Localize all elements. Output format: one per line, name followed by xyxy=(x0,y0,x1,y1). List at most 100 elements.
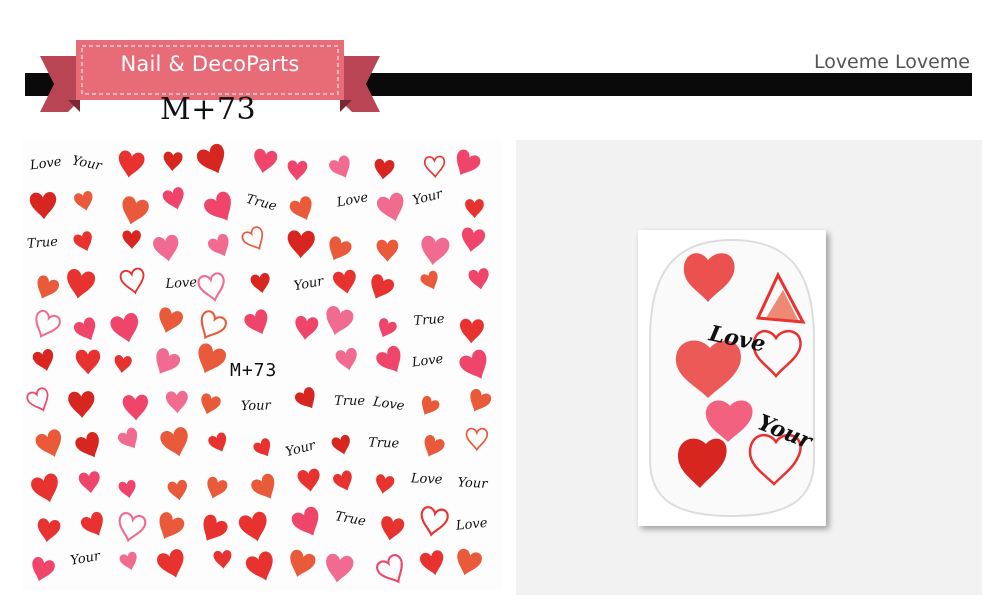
sticker-word: Love xyxy=(371,394,406,414)
nail-preview-panel: Love Your xyxy=(516,140,982,595)
heart-sticker xyxy=(470,388,492,412)
heart-sticker xyxy=(31,473,58,503)
heart-sticker xyxy=(287,230,315,259)
heart-sticker xyxy=(73,317,96,341)
heart-sticker xyxy=(376,239,399,262)
heart-sticker xyxy=(287,160,308,181)
heart-sticker xyxy=(333,470,352,491)
heart-sticker xyxy=(37,518,61,543)
sticker-word: Love xyxy=(410,352,444,371)
heart-sticker xyxy=(213,550,232,569)
heart-sticker xyxy=(251,473,275,499)
heart-sticker xyxy=(420,550,444,576)
heart-sticker xyxy=(381,516,405,541)
sticker-word: True xyxy=(413,312,445,329)
heart-sticker xyxy=(122,230,141,250)
sticker-word: Love xyxy=(335,190,370,211)
heart-sticker xyxy=(201,393,221,415)
heart-sticker xyxy=(326,553,354,583)
heart-sticker xyxy=(329,155,350,178)
heart-sticker xyxy=(376,474,395,494)
heart-sticker xyxy=(156,348,181,374)
heart-sticker xyxy=(238,511,267,542)
outline-heart-sticker xyxy=(118,511,147,543)
heart-sticker xyxy=(67,269,96,299)
product-sku: M+73 xyxy=(160,92,257,127)
heart-sticker xyxy=(68,391,95,419)
outline-heart-sticker xyxy=(200,310,227,340)
heart-sticker xyxy=(335,347,357,371)
heart-sticker xyxy=(75,349,101,375)
heart-sticker xyxy=(468,268,489,290)
outline-heart-sticker xyxy=(376,554,403,584)
sticker-word: Your xyxy=(411,187,444,209)
heart-sticker xyxy=(371,274,395,299)
heart-sticker xyxy=(159,307,183,333)
heart-sticker xyxy=(376,345,401,372)
sticker-word: Your xyxy=(284,438,317,460)
heart-sticker xyxy=(198,343,226,374)
outline-heart-sticker xyxy=(26,387,49,412)
outline-heart-sticker xyxy=(119,267,145,295)
heart-sticker xyxy=(118,150,145,178)
sticker-word: True xyxy=(334,394,365,409)
heart-sticker xyxy=(291,506,319,536)
sticker-word: Love xyxy=(410,471,443,488)
heart-sticker xyxy=(32,556,55,582)
heart-sticker xyxy=(329,236,352,261)
heart-sticker xyxy=(117,427,138,449)
sticker-word: True xyxy=(334,509,367,529)
heart-sticker xyxy=(167,479,188,501)
heart-sticker xyxy=(29,192,57,220)
heart-sticker xyxy=(331,434,350,455)
heart-sticker xyxy=(204,191,231,221)
outline-heart-sticker xyxy=(241,226,264,251)
heart-sticker xyxy=(290,549,316,577)
sticker-word: True xyxy=(27,235,59,252)
heart-sticker xyxy=(289,196,312,220)
heart-sticker xyxy=(326,305,354,335)
heart-sticker xyxy=(118,479,136,499)
heart-sticker xyxy=(254,148,278,174)
heart-sticker xyxy=(461,227,486,252)
heart-sticker xyxy=(35,429,62,457)
heart-sticker xyxy=(157,549,184,578)
nail-preview-card: Love Your xyxy=(638,230,826,526)
heart-sticker xyxy=(459,349,487,379)
heart-sticker xyxy=(295,315,319,340)
heart-sticker xyxy=(165,390,188,414)
sticker-word: Your xyxy=(293,274,326,294)
heart-sticker xyxy=(37,275,60,299)
heart-sticker xyxy=(374,158,395,180)
heart-sticker xyxy=(379,318,397,338)
heart-sticker xyxy=(456,149,481,176)
heart-sticker xyxy=(245,551,273,581)
outline-heart-sticker xyxy=(197,272,225,303)
heart-sticker xyxy=(253,438,271,457)
nail-preview-art: Love Your xyxy=(649,238,817,518)
sticker-word: Your xyxy=(71,153,104,174)
sticker-word: Love xyxy=(28,154,63,173)
heart-sticker xyxy=(119,551,137,571)
heart-sticker xyxy=(421,235,450,266)
heart-sticker xyxy=(196,143,225,174)
heart-sticker xyxy=(80,511,103,536)
outline-heart-sticker xyxy=(465,427,489,452)
heart-sticker xyxy=(421,395,440,415)
heart-sticker xyxy=(75,432,99,458)
sticker-sheet-image: Love Your True Love Your True Love Your True Love… xyxy=(22,140,502,590)
heart-sticker xyxy=(159,512,185,540)
sticker-word: Your xyxy=(457,475,488,492)
heart-sticker xyxy=(424,435,445,457)
heart-sticker xyxy=(420,270,438,290)
heart-sticker xyxy=(110,312,139,343)
heart-sticker xyxy=(78,471,100,494)
heart-sticker xyxy=(162,187,184,210)
heart-sticker xyxy=(377,192,404,222)
sticker-word: True xyxy=(368,435,400,451)
heart-sticker xyxy=(73,231,92,251)
shop-name: Loveme Loveme xyxy=(813,51,970,73)
sticker-word: True xyxy=(244,192,278,214)
heart-sticker xyxy=(297,468,320,492)
sticker-word: Your xyxy=(69,549,102,569)
